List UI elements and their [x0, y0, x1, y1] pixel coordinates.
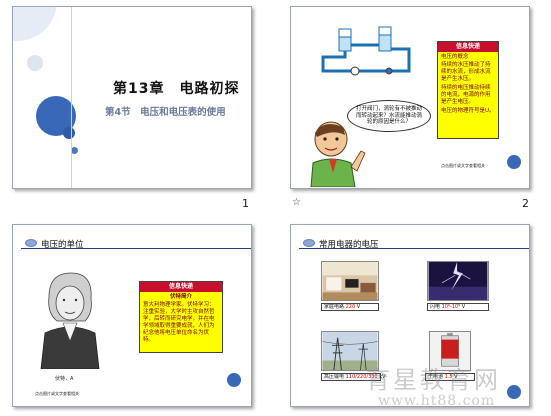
info-note-header: 信息快递 — [438, 42, 498, 52]
slide-footer: 点击图片或文字查看相关 — [35, 391, 79, 396]
voltage-caption-battery: 干电池 1.5 V — [425, 373, 475, 381]
caption-label: 干电池 — [428, 374, 444, 380]
lightning-photo — [427, 261, 489, 301]
decorative-line — [71, 7, 72, 188]
voltage-caption-lightning: 闪电 10⁸-10⁹ V — [427, 303, 489, 311]
caption-unit: V — [356, 304, 361, 310]
slide-footer: 点击图片或文字查看相关 — [441, 163, 485, 168]
caption-label: 闪电 — [430, 304, 441, 310]
info-note: 信息快递 伏特简介 意大利物理学家。伏特学习：注重实验，大学时主攻自然哲学，后转… — [139, 281, 223, 353]
decorative-circle — [13, 7, 57, 41]
decorative-circle — [27, 55, 43, 71]
decorative-circle — [71, 147, 78, 154]
info-note-line: 持续的水压推动了持续的水流，形成水流是产生水压。 — [441, 62, 491, 83]
slide-thumbnail-1[interactable]: 第13章 电路初探 第4节 电压和电压表的使用 — [12, 6, 252, 189]
info-note-line: 电压的物理符号是U。 — [441, 107, 495, 114]
decorative-circle — [227, 373, 241, 387]
caption-unit: V — [461, 304, 466, 310]
animation-marker-icon[interactable]: ☆ — [292, 197, 301, 208]
battery-photo — [429, 331, 471, 371]
decorative-circle — [507, 155, 521, 169]
decorative-circle — [63, 127, 75, 139]
caption-label: 高压输电 — [324, 374, 345, 380]
slide-thumbnail-2[interactable]: 打开阀门，涡轮有不被推动而转动起来？水流能推动涡轮的原因是什么？ 信息快递 电压… — [290, 6, 530, 189]
slide-subtitle: 第4节 电压和电压表的使用 — [105, 107, 226, 118]
caption-value: 110/220/330 — [345, 374, 378, 380]
slide-number-1: 1 — [242, 197, 249, 210]
info-note: 信息快递 电压的概念 持续的水压推动了持续的水流，形成水流是产生水压。 持续的电… — [437, 41, 499, 139]
voltage-caption-household: 家庭电路 220 V — [321, 303, 379, 311]
slide-number-2: 2 — [522, 197, 529, 210]
caption-unit: V — [454, 374, 458, 380]
header-rule — [299, 248, 529, 249]
cartoon-man-illustration — [310, 121, 366, 187]
decorative-circle — [507, 385, 521, 399]
portrait-caption: 伏特，A — [55, 376, 74, 382]
living-room-photo — [321, 261, 379, 301]
header-rule — [21, 248, 251, 249]
slide-sorter-view: 第13章 电路初探 第4节 电压和电压表的使用 1 打开阀门，涡轮有不被推动而转… — [0, 0, 551, 416]
slide-thumbnail-4[interactable]: 常用电器的电压 家庭电路 220 V 闪电 10⁸-10⁹ V 高压输电 110… — [290, 224, 530, 407]
voltage-caption-transmission: 高压输电 110/220/330 kV — [321, 373, 386, 381]
caption-value: 220 — [345, 304, 356, 310]
caption-label: 家庭电路 — [324, 304, 345, 310]
info-note-subheader: 伏特简介 — [169, 293, 192, 300]
power-line-photo — [321, 331, 379, 371]
info-note-header: 信息快递 — [140, 282, 222, 292]
header-bullet-icon — [25, 239, 37, 247]
info-note-body: 意大利物理学家。伏特学习：注重实验，大学时主攻自然哲学，后转而研究电学，并在电学… — [143, 302, 215, 343]
slide-thumbnail-3[interactable]: 电压的单位 伏特，A 信息快递 伏特简介 意大利物理学家。伏特学习：注重实验，大… — [12, 224, 252, 407]
caption-value: 1.5 — [444, 374, 453, 380]
caption-unit: kV — [379, 374, 386, 380]
slide-title: 第13章 电路初探 — [113, 81, 240, 97]
caption-value: 10⁸-10⁹ — [441, 304, 461, 310]
info-note-line: 持续的电压推动持续的电流，电源的作用是产生电压。 — [441, 85, 491, 105]
header-bullet-icon — [303, 239, 315, 247]
info-note-line: 电压的概念 — [441, 53, 469, 60]
volta-portrait — [35, 269, 103, 369]
water-circuit-diagram — [321, 26, 411, 76]
